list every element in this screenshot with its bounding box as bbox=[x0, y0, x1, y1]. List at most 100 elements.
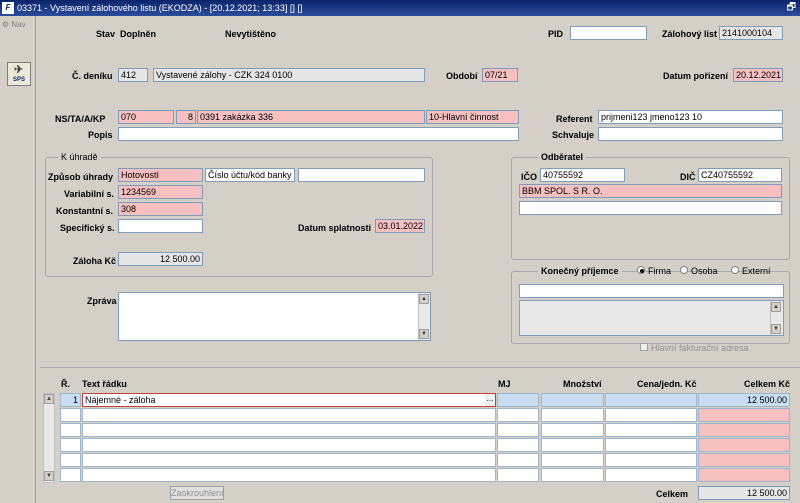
row-mj[interactable] bbox=[497, 393, 539, 407]
nav-icon: ⚙ bbox=[2, 20, 10, 29]
row-text[interactable] bbox=[82, 408, 496, 422]
row-mj[interactable] bbox=[497, 438, 539, 452]
row-number[interactable] bbox=[60, 468, 81, 482]
row-text[interactable] bbox=[82, 438, 496, 452]
table-scrollbar[interactable] bbox=[43, 393, 55, 483]
row-mnozstvi[interactable] bbox=[541, 408, 604, 422]
row-celkem[interactable] bbox=[698, 453, 790, 467]
referent-label: Referent bbox=[556, 114, 593, 124]
radio-osoba[interactable] bbox=[680, 266, 688, 274]
col-header-cena: Cena/jedn. Kč bbox=[637, 379, 697, 389]
title-bar: F 03371 - Vystavení zálohového listu (EK… bbox=[0, 0, 800, 16]
obdobi-input[interactable]: 07/21 bbox=[482, 68, 518, 82]
row-mj[interactable] bbox=[497, 423, 539, 437]
zprava-label: Zpráva bbox=[87, 296, 117, 306]
ellipsis-button[interactable]: ... bbox=[485, 394, 495, 406]
row-mnozstvi[interactable] bbox=[541, 438, 604, 452]
row-number[interactable] bbox=[60, 423, 81, 437]
ico-input[interactable]: 40755592 bbox=[540, 168, 625, 182]
row-mj[interactable] bbox=[497, 468, 539, 482]
zalohovy-list-value: 2141000104 bbox=[719, 26, 783, 40]
row-cena[interactable] bbox=[605, 438, 697, 452]
ns-input[interactable]: 070 bbox=[118, 110, 174, 124]
col-header-text: Text řádku bbox=[82, 379, 127, 389]
nav-button[interactable]: ⚙ Nav bbox=[2, 20, 26, 29]
row-number[interactable]: 1 bbox=[60, 393, 81, 407]
row-celkem[interactable]: 12 500.00 bbox=[698, 393, 790, 407]
datum-splatnosti-input[interactable]: 03.01.2022 bbox=[375, 219, 425, 233]
row-cena[interactable] bbox=[605, 453, 697, 467]
table-divider bbox=[40, 367, 800, 368]
zpusob-uhrady-input[interactable]: Hotovostí bbox=[118, 168, 203, 182]
row-mnozstvi[interactable] bbox=[541, 453, 604, 467]
kod-banky-field[interactable] bbox=[298, 168, 425, 182]
left-toolbar bbox=[0, 16, 36, 503]
row-mnozstvi[interactable] bbox=[541, 423, 604, 437]
variabilni-input[interactable]: 1234569 bbox=[118, 185, 203, 199]
row-number[interactable] bbox=[60, 453, 81, 467]
row-number[interactable] bbox=[60, 438, 81, 452]
radio-firma[interactable] bbox=[637, 266, 645, 274]
dic-input[interactable]: CZ40755592 bbox=[698, 168, 782, 182]
cislo-uctu-field[interactable]: Číslo účtu/kód banky bbox=[205, 168, 295, 182]
row-mnozstvi[interactable] bbox=[541, 468, 604, 482]
row-celkem[interactable] bbox=[698, 438, 790, 452]
row-text[interactable] bbox=[82, 468, 496, 482]
row-text[interactable] bbox=[82, 423, 496, 437]
row-text[interactable]: Nájemné - záloha bbox=[82, 393, 496, 407]
col-header-mnozstvi: Množství bbox=[563, 379, 602, 389]
referent-input[interactable]: prijmeni123 jmeno123 10 bbox=[598, 110, 783, 124]
schvaluje-input[interactable] bbox=[598, 127, 783, 141]
ta-input[interactable]: 8 bbox=[176, 110, 196, 124]
hlavni-fakturacni-checkbox[interactable] bbox=[640, 343, 648, 351]
row-mnozstvi[interactable] bbox=[541, 393, 604, 407]
row-celkem[interactable] bbox=[698, 408, 790, 422]
dic-label: DIČ bbox=[680, 172, 696, 182]
konecny-prijemce-title: Konečný příjemce bbox=[538, 266, 622, 276]
app-logo-icon: F bbox=[2, 2, 14, 14]
zpusob-uhrady-label: Způsob úhrady bbox=[48, 172, 113, 182]
row-text[interactable] bbox=[82, 453, 496, 467]
row-celkem[interactable] bbox=[698, 423, 790, 437]
sps-icon[interactable]: SPS bbox=[7, 62, 31, 86]
row-number[interactable] bbox=[60, 408, 81, 422]
konecny-prijemce-input[interactable] bbox=[519, 284, 784, 298]
print-status: Nevytištěno bbox=[225, 29, 277, 39]
row-cena[interactable] bbox=[605, 423, 697, 437]
datum-porizeni-label: Datum pořízení bbox=[663, 71, 729, 81]
kp-input[interactable]: 10-Hlavní činnost bbox=[426, 110, 519, 124]
col-header-r: Ř. bbox=[61, 379, 70, 389]
row-mj[interactable] bbox=[497, 453, 539, 467]
odberatel-line2[interactable] bbox=[519, 201, 782, 215]
odberatel-title: Odběratel bbox=[538, 152, 587, 162]
konecny-prijemce-memo[interactable] bbox=[519, 300, 784, 336]
konecny-scroll-down-icon[interactable]: ▼ bbox=[771, 324, 781, 334]
row-cena[interactable] bbox=[605, 468, 697, 482]
table-scroll-up-icon[interactable]: ▲ bbox=[44, 394, 54, 404]
row-cena[interactable] bbox=[605, 393, 697, 407]
popis-input[interactable] bbox=[118, 127, 519, 141]
row-mj[interactable] bbox=[497, 408, 539, 422]
datum-splatnosti-label: Datum splatnosti bbox=[298, 223, 372, 233]
pid-input[interactable] bbox=[570, 26, 647, 40]
konstantni-input[interactable]: 308 bbox=[118, 202, 203, 216]
odberatel-name[interactable]: BBM SPOL. S R. O. bbox=[519, 184, 782, 198]
zprava-scroll-up-icon[interactable]: ▲ bbox=[419, 294, 429, 304]
table-scroll-down-icon[interactable]: ▼ bbox=[44, 471, 54, 481]
radio-firma-label: Firma bbox=[648, 266, 671, 276]
restore-window-icon[interactable]: 🗗 bbox=[787, 0, 796, 16]
konecny-scroll-up-icon[interactable]: ▲ bbox=[771, 302, 781, 312]
denik-label: Č. deníku bbox=[72, 71, 113, 81]
row-cena[interactable] bbox=[605, 408, 697, 422]
zprava-textarea[interactable] bbox=[118, 292, 431, 341]
radio-externi[interactable] bbox=[731, 266, 739, 274]
specificky-input[interactable] bbox=[118, 219, 203, 233]
col-header-mj: MJ bbox=[498, 379, 511, 389]
row-celkem[interactable] bbox=[698, 468, 790, 482]
zprava-scroll-down-icon[interactable]: ▼ bbox=[419, 329, 429, 339]
zaloha-value: 12 500.00 bbox=[118, 252, 203, 266]
zaokrouhleni-button[interactable]: Zaokrouhlení bbox=[170, 486, 224, 500]
datum-porizeni-input[interactable]: 20.12.2021 bbox=[733, 68, 783, 82]
a-input[interactable]: 0391 zakázka 336 bbox=[197, 110, 425, 124]
window-title: 03371 - Vystavení zálohového listu (EKOD… bbox=[17, 3, 303, 13]
